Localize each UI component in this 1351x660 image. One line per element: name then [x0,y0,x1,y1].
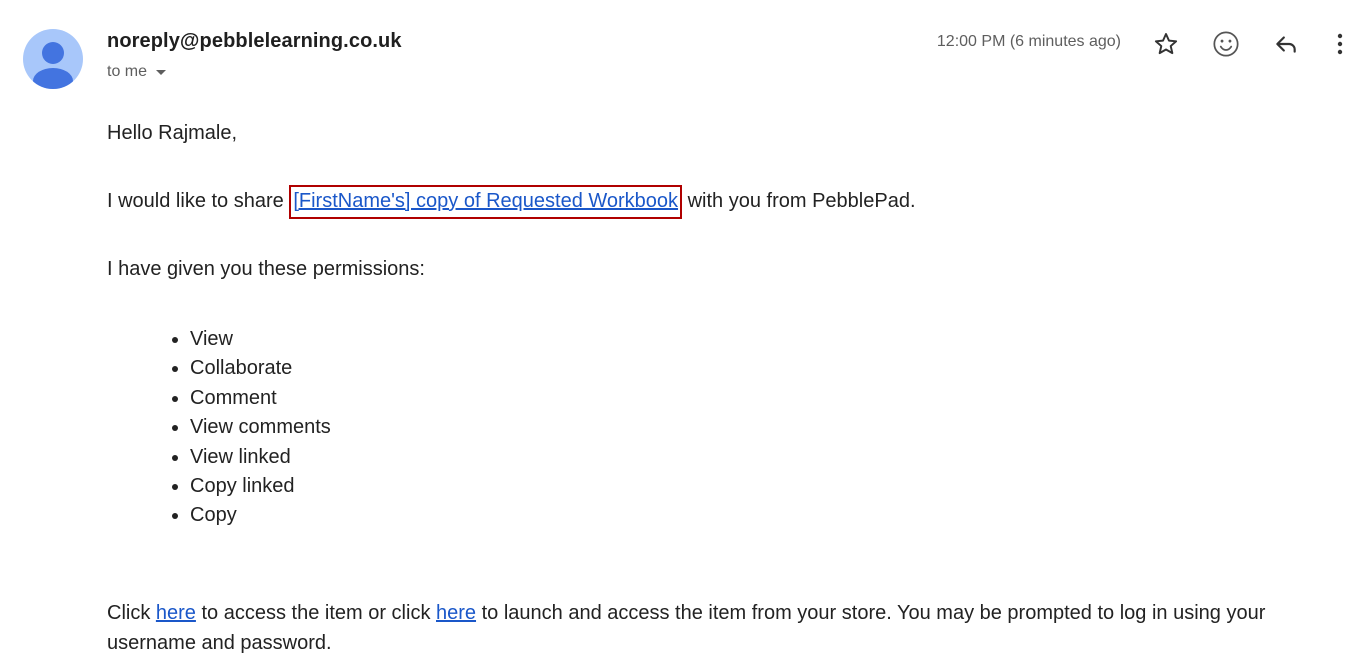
footer-text-1: Click [107,602,156,624]
list-item: View [190,325,331,354]
add-reaction-button[interactable] [1210,28,1242,60]
share-suffix: with you from PebblePad. [682,190,916,212]
list-item: View linked [190,443,331,472]
list-item: Collaborate [190,354,331,383]
reply-icon [1276,36,1296,53]
share-prefix: I would like to share [107,190,290,212]
list-item: Copy [190,501,331,530]
emoji-icon [1213,31,1239,57]
caret-down-icon[interactable] [156,69,167,75]
share-sentence: I would like to share [FirstName's] copy… [107,185,916,219]
email-view: noreply@pebblelearning.co.uk to me 12:00… [0,0,1351,660]
avatar-icon[interactable] [23,29,83,89]
workbook-link[interactable]: [FirstName's] copy of Requested Workbook [293,190,678,212]
highlight-box: [FirstName's] copy of Requested Workbook [289,185,683,219]
recipient-label: to me [107,63,148,80]
more-options-button[interactable] [1330,28,1350,60]
sender-email: noreply@pebblelearning.co.uk [107,30,402,52]
more-vert-icon [1337,33,1343,55]
star-button[interactable] [1150,28,1182,60]
access-item-link[interactable]: here [156,602,196,624]
star-icon [1154,33,1178,55]
access-instructions: Click here to access the item or click h… [107,598,1327,658]
launch-store-link[interactable]: here [436,602,476,624]
timestamp: 12:00 PM (6 minutes ago) [936,33,1121,50]
reply-button[interactable] [1270,28,1302,60]
footer-text-2: to access the item or click [195,602,436,624]
list-item: View comments [190,413,331,442]
list-item: Copy linked [190,472,331,501]
greeting: Hello Rajmale, [107,122,238,144]
list-item: Comment [190,384,331,413]
permissions-list: View Collaborate Comment View comments V… [150,325,331,531]
recipient-details-toggle[interactable]: to me [107,63,167,81]
permissions-intro: I have given you these permissions: [107,258,425,280]
